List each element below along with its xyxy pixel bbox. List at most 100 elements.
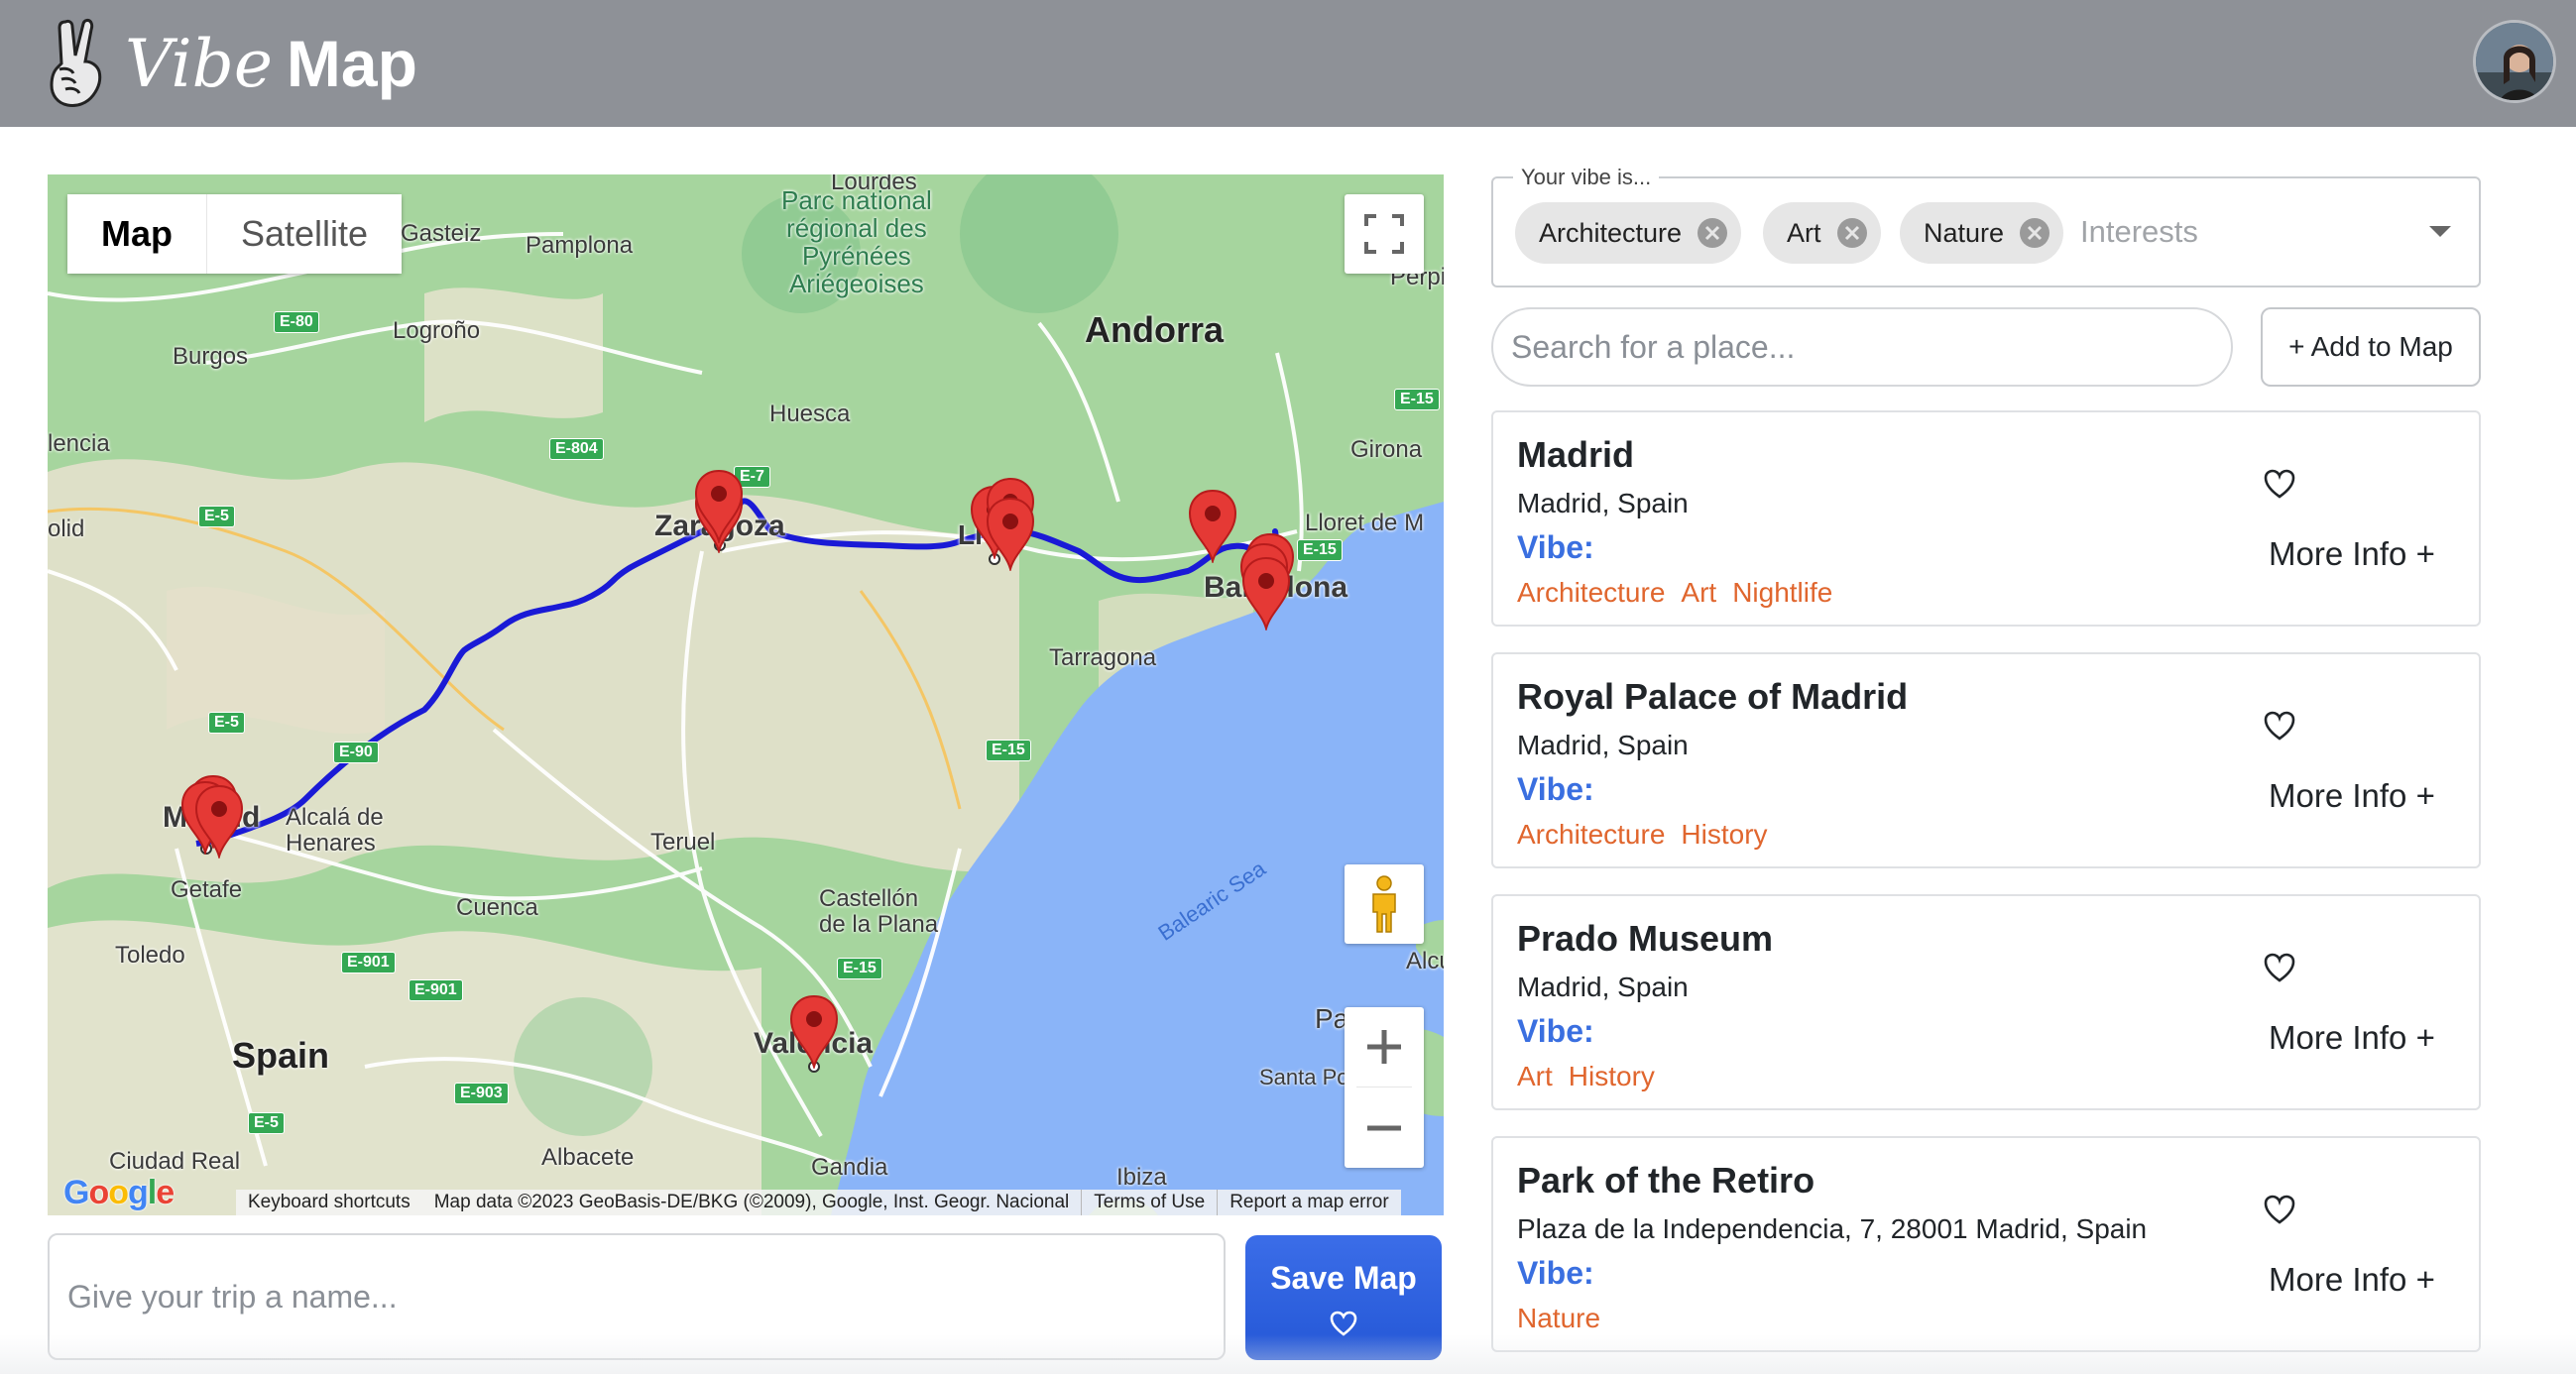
pegman-icon: [1372, 875, 1396, 933]
place-vibe-label: Vibe:: [1517, 529, 1594, 565]
more-info-button[interactable]: More Info +: [2269, 777, 2435, 815]
vibe-chip-architecture: Architecture: [1515, 202, 1742, 264]
vibe-chip-label: Architecture: [1539, 217, 1683, 248]
map-label-alcudia: Alcu: [1406, 948, 1444, 974]
place-card: Royal Palace of Madrid Madrid, Spain Vib…: [1491, 652, 2481, 868]
road-shield: E-15: [1297, 539, 1343, 561]
map-pin-icon[interactable]: [984, 496, 1037, 571]
keyboard-shortcuts-link[interactable]: Keyboard shortcuts: [236, 1190, 422, 1215]
vibe-chip-label: Nature: [1924, 217, 2005, 248]
map-label-castellon: Castellón de la Plana: [819, 885, 939, 938]
road-shield: E-15: [837, 958, 882, 979]
map-pin-icon[interactable]: [1239, 555, 1293, 630]
trip-name-input[interactable]: [48, 1233, 1226, 1360]
more-info-button[interactable]: More Info +: [2269, 1261, 2435, 1299]
vibe-chip-label: Art: [1787, 217, 1821, 248]
place-vibe-label: Vibe:: [1517, 1255, 1594, 1291]
place-tags: Art History: [1517, 1061, 1655, 1092]
map-label-toledo: Toledo: [115, 942, 185, 969]
road-shield: E-901: [409, 979, 463, 1001]
favorite-heart-icon[interactable]: [2263, 468, 2296, 500]
map-label-ciudad-real: Ciudad Real: [109, 1148, 241, 1175]
road-shield: E-903: [454, 1083, 509, 1104]
map-label-getafe: Getafe: [171, 876, 243, 903]
place-tags: Architecture History: [1517, 819, 1768, 851]
place-tags: Architecture Art Nightlife: [1517, 577, 1832, 609]
logo-vibe-text: Vibe: [125, 25, 273, 102]
report-map-error-link[interactable]: Report a map error: [1217, 1190, 1401, 1215]
place-tag: Art: [1517, 1061, 1553, 1091]
save-map-button[interactable]: Save Map: [1245, 1235, 1442, 1360]
map-label-girona: Girona: [1350, 436, 1423, 463]
heart-icon: [1330, 1311, 1357, 1336]
interests-input[interactable]: Interests: [2080, 214, 2198, 250]
place-tag: Nature: [1517, 1303, 1601, 1333]
chevron-down-icon[interactable]: [2429, 226, 2451, 237]
road-shield: E-80: [274, 311, 319, 333]
place-name: Park of the Retiro: [1517, 1160, 1815, 1201]
zoom-out-button[interactable]: [1345, 1088, 1424, 1168]
more-info-button[interactable]: More Info +: [2269, 1019, 2435, 1057]
app-logo[interactable]: Vibe Map: [44, 14, 417, 113]
place-card: Park of the Retiro Plaza de la Independe…: [1491, 1136, 2481, 1352]
road-shield: E-5: [208, 712, 245, 734]
map-label-andorra: Andorra: [1085, 309, 1225, 350]
map-label-spain: Spain: [232, 1035, 330, 1076]
place-tag: History: [1681, 819, 1768, 850]
map-label-lloret: Lloret de M: [1305, 510, 1425, 536]
vibe-selector[interactable]: Your vibe is... Architecture Art Nature …: [1491, 165, 2481, 287]
favorite-heart-icon[interactable]: [2263, 952, 2296, 983]
map-label-gandia: Gandia: [811, 1154, 888, 1181]
map-label-tarragona: Tarragona: [1049, 644, 1157, 671]
street-view-button[interactable]: [1345, 864, 1424, 944]
map-type-map-button[interactable]: Map: [67, 194, 207, 274]
remove-chip-icon[interactable]: [1835, 216, 1869, 250]
place-tag: Architecture: [1517, 819, 1666, 850]
remove-chip-icon[interactable]: [2018, 216, 2051, 250]
terms-of-use-link[interactable]: Terms of Use: [1081, 1190, 1218, 1215]
remove-chip-icon[interactable]: [1696, 216, 1729, 250]
place-search-input[interactable]: [1491, 307, 2233, 387]
map-pin-icon[interactable]: [692, 468, 746, 543]
zoom-in-button[interactable]: [1345, 1007, 1424, 1087]
place-tags: Nature: [1517, 1303, 1600, 1334]
road-shield: E-901: [341, 952, 396, 973]
logo-map-text: Map: [286, 26, 417, 100]
map-pin-icon[interactable]: [1186, 488, 1239, 563]
zoom-separator: [1356, 1087, 1412, 1088]
map-label-alcala: Alcalá de Henares: [286, 804, 384, 857]
favorite-heart-icon[interactable]: [2263, 710, 2296, 742]
road-shield: E-5: [198, 506, 235, 527]
map-label-valladolid: olid: [48, 515, 85, 542]
place-tag: History: [1568, 1061, 1655, 1091]
user-avatar[interactable]: [2473, 20, 2556, 103]
fullscreen-button[interactable]: [1345, 194, 1424, 274]
more-info-button[interactable]: More Info +: [2269, 535, 2435, 573]
map-view[interactable]: Lourdes Gasteiz Pamplona Parc national r…: [48, 174, 1444, 1215]
map-label-teruel: Teruel: [650, 829, 716, 856]
map-type-control: Map Satellite: [67, 194, 403, 274]
map-type-satellite-button[interactable]: Satellite: [207, 194, 403, 274]
road-shield: E-804: [549, 438, 604, 460]
favorite-heart-icon[interactable]: [2263, 1194, 2296, 1225]
save-map-label: Save Map: [1270, 1259, 1417, 1296]
map-pin-icon[interactable]: [192, 783, 246, 859]
map-label-huesca: Huesca: [769, 401, 851, 427]
place-name: Madrid: [1517, 434, 1635, 475]
place-address: Madrid, Spain: [1517, 972, 1689, 1002]
map-pin-icon[interactable]: [787, 993, 841, 1069]
app-title: Vibe Map: [125, 26, 417, 102]
map-label-pamplona: Pamplona: [526, 232, 634, 259]
place-address: Madrid, Spain: [1517, 488, 1689, 518]
add-to-map-button[interactable]: + Add to Map: [2261, 307, 2481, 387]
map-label-ibiza: Ibiza: [1116, 1164, 1167, 1191]
map-label-albacete: Albacete: [541, 1144, 635, 1171]
zoom-control: [1345, 1007, 1424, 1168]
place-tag: Art: [1681, 577, 1717, 608]
place-vibe-label: Vibe:: [1517, 771, 1594, 807]
map-label-logrono: Logroño: [393, 317, 481, 344]
map-label-cuenca: Cuenca: [456, 894, 538, 921]
road-shield: E-15: [986, 740, 1031, 761]
google-logo[interactable]: Google: [63, 1174, 175, 1212]
place-card: Madrid Madrid, Spain Vibe: Architecture …: [1491, 410, 2481, 627]
